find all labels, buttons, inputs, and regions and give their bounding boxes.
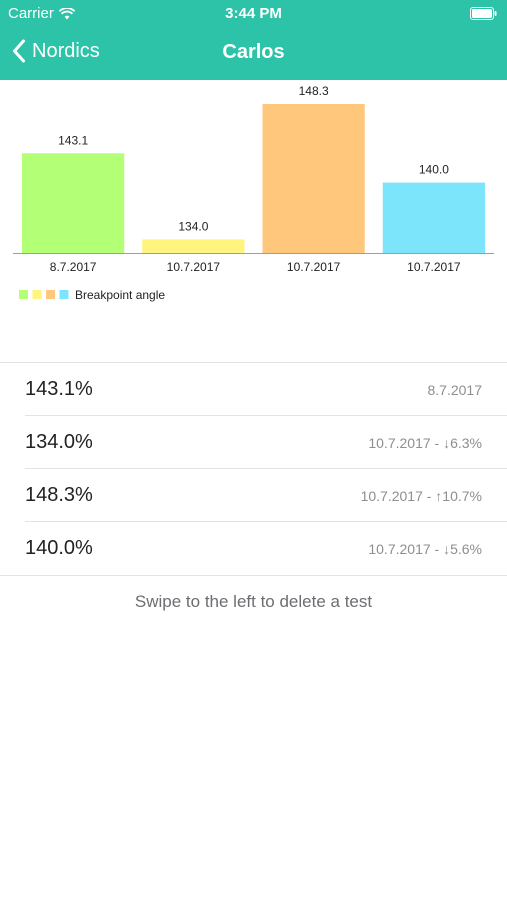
- test-value: 148.3%: [25, 484, 93, 506]
- status-time: 3:44 PM: [225, 5, 282, 22]
- test-row[interactable]: 134.0% 10.7.2017 - ↓6.3%: [0, 416, 507, 469]
- test-list: 143.1% 8.7.2017 134.0% 10.7.2017 - ↓6.3%…: [0, 362, 507, 576]
- page-title: Carlos: [222, 41, 285, 63]
- test-value: 140.0%: [25, 537, 93, 559]
- test-value: 143.1%: [25, 378, 93, 400]
- test-detail: 10.7.2017 - ↑10.7%: [360, 487, 482, 504]
- x-tick-label: 10.7.2017: [287, 260, 341, 274]
- legend-swatch: [46, 290, 55, 299]
- legend-swatch: [59, 290, 69, 299]
- test-detail: 8.7.2017: [427, 381, 483, 398]
- test-row[interactable]: 143.1% 8.7.2017: [0, 363, 507, 416]
- x-tick-label: 10.7.2017: [407, 260, 461, 274]
- chart-bar: [262, 104, 365, 253]
- battery-icon: [470, 7, 497, 20]
- test-row[interactable]: 148.3% 10.7.2017 - ↑10.7%: [0, 469, 507, 522]
- test-row[interactable]: 140.0% 10.7.2017 - ↓5.6%: [0, 522, 507, 576]
- test-value: 134.0%: [25, 431, 93, 453]
- x-tick-label: 8.7.2017: [50, 260, 97, 274]
- bar-chart: 143.1 8.7.2017 134.0 10.7.2017 148.3 10.7.201…: [13, 84, 494, 302]
- chart-bar: [22, 153, 125, 253]
- bar-value-label: 140.0: [419, 163, 449, 177]
- swipe-hint: Swipe to the left to delete a test: [134, 592, 373, 611]
- legend-label: Breakpoint angle: [75, 288, 165, 302]
- legend-swatch: [32, 290, 42, 299]
- chart-bar: [382, 182, 485, 253]
- test-detail: 10.7.2017 - ↓6.3%: [368, 434, 482, 451]
- bar-value-label: 148.3: [299, 84, 329, 98]
- bar-value-label: 143.1: [58, 133, 88, 147]
- chart-bar: [142, 239, 245, 253]
- x-tick-label: 10.7.2017: [167, 260, 221, 274]
- status-bar: Carrier 3:44 PM: [0, 0, 507, 28]
- test-detail: 10.7.2017 - ↓5.6%: [368, 540, 482, 557]
- bar-value-label: 134.0: [178, 219, 208, 233]
- legend-swatch: [19, 290, 28, 299]
- nav-header: Carrier 3:44 PM Nordics Carlos: [0, 0, 507, 80]
